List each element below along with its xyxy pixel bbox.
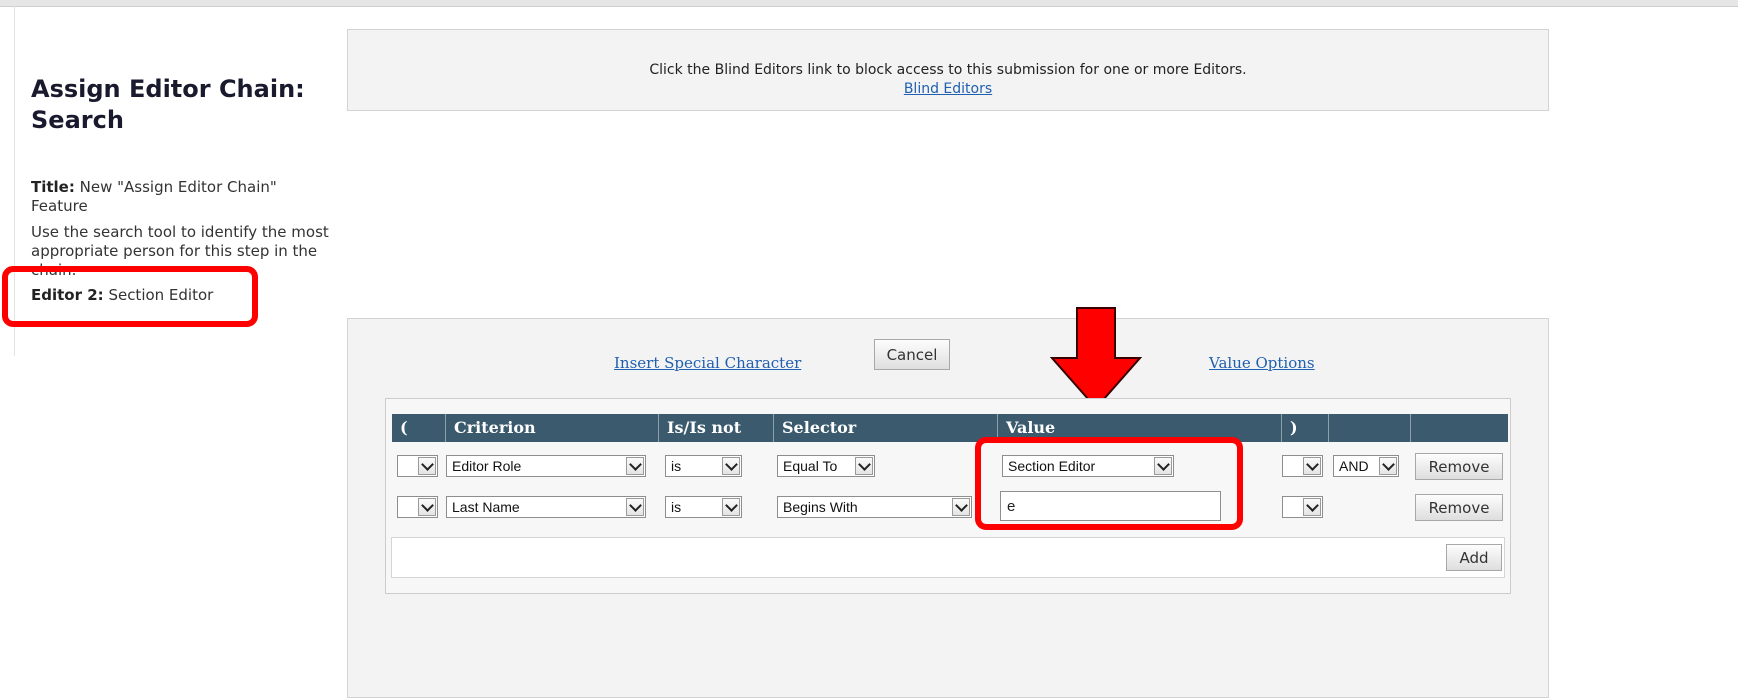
col-close-paren: ) [1281, 414, 1328, 442]
criterion-select[interactable]: Last Name [446, 496, 646, 518]
chevron-down-icon [626, 457, 644, 475]
chevron-down-icon [855, 457, 873, 475]
insert-special-character-link[interactable]: Insert Special Character [614, 354, 801, 372]
top-border [0, 0, 1738, 7]
chevron-down-icon [418, 498, 436, 516]
chevron-down-icon [722, 457, 740, 475]
title-label: Title: [31, 178, 75, 196]
col-criterion: Criterion [445, 414, 658, 442]
col-is-not: Is/Is not [658, 414, 773, 442]
blind-editors-notice: Click the Blind Editors link to block ac… [347, 29, 1549, 111]
is-not-select[interactable]: is [665, 455, 742, 477]
add-button[interactable]: Add [1446, 544, 1502, 571]
selector-select[interactable]: Begins With [777, 496, 972, 518]
chevron-down-icon [952, 498, 970, 516]
open-paren-select[interactable] [397, 496, 438, 518]
blind-editors-link[interactable]: Blind Editors [904, 81, 992, 97]
page-title: Assign Editor Chain: Search [31, 75, 305, 134]
cancel-button[interactable]: Cancel [874, 339, 950, 370]
add-row-bar [391, 537, 1505, 578]
blind-editors-message: Click the Blind Editors link to block ac… [649, 62, 1247, 78]
close-paren-select[interactable] [1282, 496, 1323, 518]
chevron-down-icon [722, 498, 740, 516]
down-arrow-icon [1050, 307, 1142, 410]
selector-select[interactable]: Equal To [777, 455, 875, 477]
close-paren-select[interactable] [1282, 455, 1323, 477]
chevron-down-icon [418, 457, 436, 475]
open-paren-select[interactable] [397, 455, 438, 477]
col-selector: Selector [773, 414, 997, 442]
editor-highlight-box [2, 266, 258, 327]
remove-button[interactable]: Remove [1415, 453, 1503, 480]
col-conjunction [1328, 414, 1410, 442]
chevron-down-icon [1303, 457, 1321, 475]
criterion-select[interactable]: Editor Role [446, 455, 646, 477]
chevron-down-icon [626, 498, 644, 516]
value-options-link[interactable]: Value Options [1209, 354, 1315, 372]
chevron-down-icon [1379, 457, 1397, 475]
criteria-table-header: ( Criterion Is/Is not Selector Value ) [392, 414, 1508, 442]
sidebar: Assign Editor Chain: Search Title: New "… [31, 74, 331, 304]
chevron-down-icon [1303, 498, 1321, 516]
remove-button[interactable]: Remove [1415, 494, 1503, 521]
col-open-paren: ( [400, 418, 408, 437]
conjunction-select[interactable]: AND [1333, 455, 1399, 477]
col-remove [1410, 414, 1508, 442]
submission-title: Title: New "Assign Editor Chain" Feature [31, 178, 321, 216]
is-not-select[interactable]: is [665, 496, 742, 518]
value-highlight-box [975, 437, 1243, 530]
